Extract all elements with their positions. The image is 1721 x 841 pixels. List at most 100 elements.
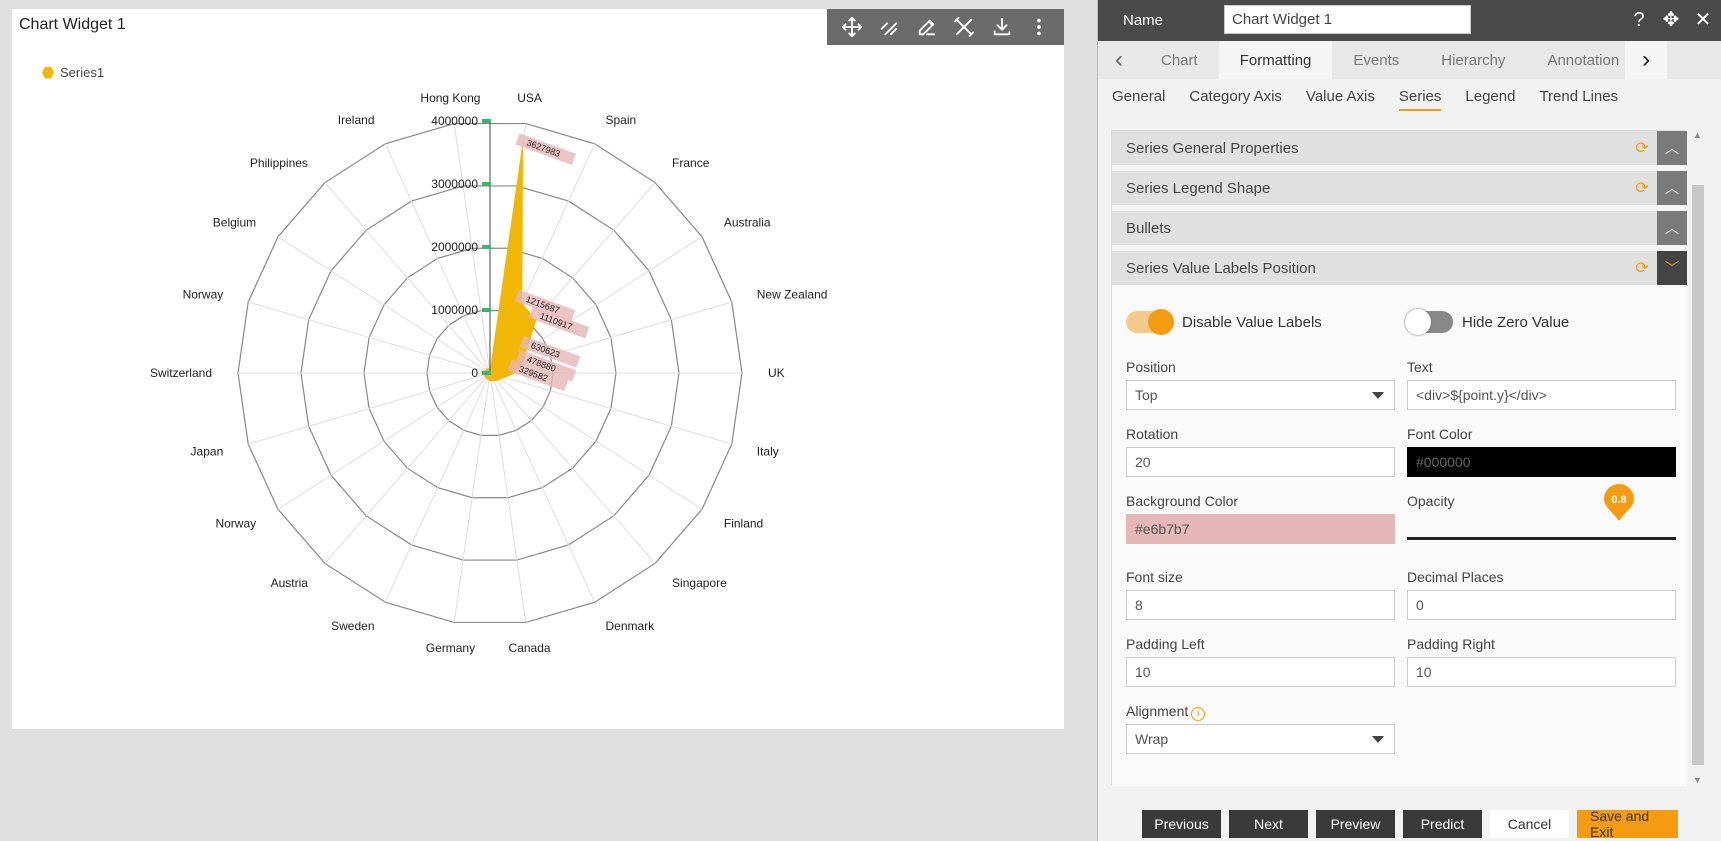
category-label: Finland <box>724 516 763 530</box>
chevron-up-icon[interactable]: ︿ <box>1657 131 1687 165</box>
preview-button[interactable]: Preview <box>1316 810 1395 838</box>
hide-zero-value-label: Hide Zero Value <box>1462 314 1570 331</box>
category-label: New Zealand <box>757 288 828 302</box>
section-legend-shape[interactable]: Series Legend Shape ⟳ ︿ <box>1112 171 1687 205</box>
padding-right-input[interactable]: 10 <box>1407 657 1676 687</box>
category-label: Switzerland <box>150 366 212 380</box>
position-select[interactable]: Top <box>1126 380 1395 410</box>
category-label: Hong Kong <box>420 91 480 105</box>
value-axis-label: 3000000 <box>431 177 478 191</box>
chevron-down-icon[interactable]: ﹀ <box>1657 251 1687 285</box>
refresh-icon[interactable]: ⟳ <box>1627 258 1657 278</box>
value-axis-label: 1000000 <box>431 303 478 317</box>
scroll-down-icon[interactable]: ▼ <box>1693 775 1702 785</box>
subtab-trend-lines[interactable]: Trend Lines <box>1539 88 1618 111</box>
opacity-value: 0.8 <box>1611 494 1626 506</box>
subtab-general[interactable]: General <box>1112 88 1165 111</box>
alignment-select[interactable]: Wrap <box>1126 724 1395 754</box>
data-label-text: 3627983 <box>525 138 561 159</box>
panel-footer: Previous Next Preview Predict Cancel Sav… <box>1098 808 1721 840</box>
tabs-prev-icon[interactable]: ‹ <box>1098 41 1140 79</box>
decimal-places-label: Decimal Places <box>1407 569 1504 585</box>
grid-spoke <box>277 372 491 510</box>
category-label: Norway <box>183 288 224 302</box>
cancel-button[interactable]: Cancel <box>1490 810 1569 838</box>
chevron-up-icon[interactable]: ︿ <box>1657 211 1687 245</box>
properties-panel: Name ? ✥ ✕ ‹ Chart Formatting Events Hie… <box>1097 0 1721 841</box>
value-axis-tick <box>482 245 491 249</box>
position-value: Top <box>1135 387 1158 403</box>
padding-left-input[interactable]: 10 <box>1126 657 1395 687</box>
subtab-category-axis[interactable]: Category Axis <box>1189 88 1282 111</box>
rotation-input[interactable]: 20 <box>1126 447 1395 477</box>
tab-formatting[interactable]: Formatting <box>1218 41 1333 79</box>
panel-scrollbar[interactable]: ▲ ▼ <box>1690 130 1704 785</box>
section-label: Series Value Labels Position <box>1126 259 1316 277</box>
section-label: Series Legend Shape <box>1126 179 1271 197</box>
category-label: Singapore <box>672 576 727 590</box>
tab-events[interactable]: Events <box>1332 41 1420 79</box>
scroll-up-icon[interactable]: ▲ <box>1693 130 1702 140</box>
subtab-legend[interactable]: Legend <box>1465 88 1515 111</box>
category-label: Belgium <box>213 216 256 230</box>
section-value-labels-position[interactable]: Series Value Labels Position ⟳ ﹀ <box>1112 251 1687 285</box>
category-label: Austria <box>271 576 309 590</box>
scrollbar-thumb[interactable] <box>1692 185 1704 765</box>
font-size-input[interactable]: 8 <box>1126 590 1395 620</box>
tab-annotation[interactable]: Annotation <box>1526 41 1625 79</box>
grid-spoke <box>489 372 732 445</box>
font-color-label: Font Color <box>1407 426 1473 442</box>
grid-spoke <box>324 372 491 564</box>
section-series-general[interactable]: Series General Properties ⟳ ︿ <box>1112 131 1687 165</box>
refresh-icon[interactable]: ⟳ <box>1627 138 1657 158</box>
tab-chart[interactable]: Chart <box>1140 41 1219 79</box>
font-color-input[interactable]: #000000 <box>1407 447 1676 477</box>
close-icon[interactable]: ✕ <box>1692 8 1714 32</box>
help-icon[interactable]: ? <box>1628 8 1650 32</box>
category-label: Japan <box>191 444 224 458</box>
category-label: Philippines <box>250 156 308 170</box>
refresh-icon[interactable]: ⟳ <box>1627 178 1657 198</box>
category-label: USA <box>517 91 542 105</box>
predict-button[interactable]: Predict <box>1403 810 1482 838</box>
grid-spoke <box>324 182 491 374</box>
value-axis-tick <box>482 119 491 123</box>
category-label: Sweden <box>331 619 374 633</box>
padding-right-label: Padding Right <box>1407 636 1495 652</box>
bg-color-input[interactable]: #e6b7b7 <box>1126 514 1395 544</box>
tabs-row: ‹ Chart Formatting Events Hierarchy Anno… <box>1098 41 1721 79</box>
name-label: Name <box>1123 12 1164 29</box>
tab-hierarchy[interactable]: Hierarchy <box>1420 41 1526 79</box>
category-label: Germany <box>426 641 475 655</box>
value-axis-tick <box>482 182 491 186</box>
decimal-places-input[interactable]: 0 <box>1407 590 1676 620</box>
value-axis-tick <box>482 308 491 312</box>
name-input[interactable] <box>1224 5 1471 34</box>
tabs-next-icon[interactable]: › <box>1625 41 1668 79</box>
chevron-up-icon[interactable]: ︿ <box>1657 171 1687 205</box>
value-axis-label: 2000000 <box>431 240 478 254</box>
opacity-slider[interactable] <box>1407 537 1676 540</box>
chart-widget[interactable]: Chart Widget 1 Series1 0 1000000 2000000 30… <box>12 9 1064 729</box>
subtabs: General Category Axis Value Axis Series … <box>1112 88 1618 111</box>
section-label: Bullets <box>1126 219 1172 237</box>
rotation-label: Rotation <box>1126 426 1179 442</box>
save-exit-button[interactable]: Save and Exit <box>1577 808 1678 840</box>
caret-down-icon <box>1372 736 1384 743</box>
text-input[interactable]: <div>${point.y}</div> <box>1407 380 1676 410</box>
info-icon[interactable]: i <box>1191 707 1206 721</box>
hide-zero-value-toggle[interactable] <box>1405 309 1453 335</box>
subtab-series[interactable]: Series <box>1398 88 1442 111</box>
section-bullets[interactable]: Bullets ︿ <box>1112 211 1687 245</box>
value-axis-label: 0 <box>471 366 478 380</box>
subtab-value-axis[interactable]: Value Axis <box>1306 88 1375 111</box>
move-icon[interactable]: ✥ <box>1660 8 1682 32</box>
category-label: Norway <box>215 516 256 530</box>
previous-button[interactable]: Previous <box>1142 810 1221 838</box>
value-labels-form: Disable Value Labels Hide Zero Value Pos… <box>1112 287 1687 786</box>
category-label: Denmark <box>605 619 655 633</box>
next-button[interactable]: Next <box>1229 810 1308 838</box>
disable-value-labels-toggle[interactable] <box>1126 309 1174 335</box>
panel-header: Name ? ✥ ✕ <box>1098 0 1721 41</box>
opacity-slider-thumb[interactable]: 0.8 <box>1602 483 1636 523</box>
